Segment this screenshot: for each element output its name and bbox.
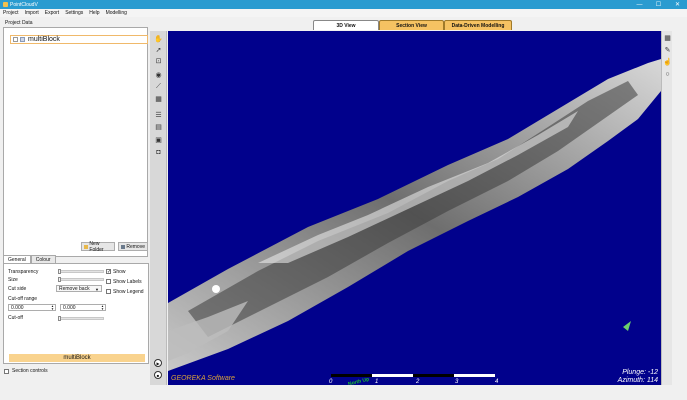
georeka-logo: GEOREKA Software	[171, 375, 235, 382]
view-toolbar: ✋ ➚ ⊡ ◉ ⟋ ▦ ☰ ▤ ▣ ◘ ▶ ■	[150, 31, 167, 385]
range-max-value: 0.000	[63, 304, 76, 311]
tab-section-view[interactable]: Section View	[379, 20, 444, 30]
tab-3d-view[interactable]: 3D View	[313, 20, 379, 30]
remove-button[interactable]: Remove	[118, 242, 148, 251]
cut-off-label: Cut-off	[8, 315, 23, 321]
lock-icon[interactable]: ⊡	[154, 57, 163, 65]
show-checkbox[interactable]: ✓	[106, 269, 111, 275]
section-controls-checkbox[interactable]	[4, 368, 9, 374]
cut-side-value: Remove back	[59, 285, 90, 292]
menu-help[interactable]: Help	[88, 10, 100, 16]
menu-bar: Project Import Export Settings Help Mode…	[0, 9, 687, 17]
folder-icon	[20, 37, 25, 42]
size-label: Size	[8, 277, 18, 283]
menu-settings[interactable]: Settings	[64, 10, 84, 16]
scale-label-2: 2	[416, 379, 420, 385]
axis-gizmo	[623, 321, 631, 331]
transparency-slider[interactable]	[58, 269, 104, 274]
cut-side-label: Cut side	[8, 286, 27, 292]
section-controls-label: Section controls	[12, 368, 48, 374]
line-tool-icon[interactable]: ⟋	[154, 83, 163, 91]
range-min-spinbox[interactable]: 0.000 ▲ ▼	[8, 304, 56, 311]
remove-label: Remove	[126, 243, 145, 250]
transparency-slider-thumb[interactable]	[58, 269, 61, 274]
range-min-value: 0.000	[11, 304, 24, 311]
scale-label-4: 4	[495, 379, 499, 385]
scale-bar	[331, 374, 495, 377]
title-bar: PointCloudV — ☐ ✕	[0, 0, 687, 9]
show-legend-checkbox[interactable]	[106, 289, 111, 294]
scale-segment	[372, 374, 413, 377]
play-button[interactable]: ▶	[154, 359, 162, 367]
point-cloud-highlight	[212, 285, 220, 293]
show-legend-label: Show Legend	[113, 289, 144, 295]
cube-icon[interactable]: ◘	[154, 148, 163, 156]
show-labels-checkbox[interactable]	[106, 279, 111, 284]
right-toolbar: ▦ ✎ ☝ ○	[661, 31, 672, 385]
transparency-label: Transparency	[8, 269, 39, 275]
plunge-readout: Plunge: -12	[622, 369, 658, 376]
show-label: Show	[113, 269, 126, 275]
section-icon[interactable]: ☰	[154, 111, 163, 119]
close-button[interactable]: ✕	[668, 0, 687, 9]
scale-label-3: 3	[455, 379, 459, 385]
tree-item-label: multiBlock	[28, 36, 60, 43]
menu-export[interactable]: Export	[44, 10, 60, 16]
size-slider-thumb[interactable]	[58, 277, 61, 282]
tree-item-multiblock[interactable]: multiBlock	[10, 35, 148, 44]
menu-import[interactable]: Import	[24, 10, 40, 16]
scale-label-0: 0	[329, 379, 333, 385]
new-folder-button[interactable]: New Folder	[81, 240, 115, 253]
stop-button[interactable]: ■	[154, 371, 162, 379]
selected-object-name: multiBlock	[9, 354, 145, 362]
cut-off-slider-thumb[interactable]	[58, 316, 61, 321]
view-tabs: 3D View Section View Data-Driven Modelli…	[313, 20, 512, 30]
new-folder-label: New Folder	[89, 240, 104, 253]
project-data-title: Project Data	[5, 20, 33, 26]
size-slider[interactable]	[58, 277, 104, 282]
cut-side-select[interactable]: Remove back ▼	[56, 285, 102, 292]
spin-arrows-icon[interactable]: ▲ ▼	[51, 305, 54, 311]
window-title: PointCloudV	[10, 1, 38, 8]
spin-arrows-icon[interactable]: ▲ ▼	[101, 305, 104, 311]
range-max-spinbox[interactable]: 0.000 ▲ ▼	[60, 304, 106, 311]
folder-add-icon	[84, 244, 89, 249]
section-controls[interactable]: Section controls	[4, 368, 48, 374]
table-icon[interactable]: ▦	[154, 95, 163, 103]
cut-off-slider[interactable]	[58, 316, 104, 321]
tab-data-driven-modelling[interactable]: Data-Driven Modelling	[444, 20, 512, 30]
show-labels-label: Show Labels	[113, 279, 142, 285]
minimize-button[interactable]: —	[630, 0, 649, 9]
edit-icon[interactable]: ▦	[663, 34, 672, 42]
project-tree[interactable]: multiBlock	[3, 27, 148, 257]
menu-modelling[interactable]: Modelling	[105, 10, 128, 16]
3d-viewport[interactable]: GEOREKA Software Plunge: -12 Azimuth: 11…	[168, 31, 661, 385]
cut-off-range-label: Cut-off range	[8, 296, 38, 302]
remove-icon	[121, 244, 126, 249]
pointer-icon[interactable]: ☝	[663, 58, 672, 66]
chevron-down-icon: ▼	[95, 287, 99, 292]
azimuth-readout: Azimuth: 114	[617, 377, 658, 384]
save-icon[interactable]: ▣	[154, 136, 163, 144]
app-icon	[3, 2, 8, 7]
eye-icon[interactable]: ◉	[154, 71, 163, 79]
select-arrow-icon[interactable]: ➚	[154, 46, 163, 54]
hand-icon[interactable]: ✋	[154, 35, 163, 43]
settings-panel: Transparency ✓ Show Size Show Labels Cut…	[3, 263, 149, 364]
scale-label-1: 1	[375, 379, 379, 385]
menu-project[interactable]: Project	[2, 10, 20, 16]
maximize-button[interactable]: ☐	[649, 0, 668, 9]
circle-icon[interactable]: ○	[663, 70, 672, 78]
scale-segment	[413, 374, 454, 377]
scale-segment	[454, 374, 495, 377]
tree-checkbox[interactable]	[13, 37, 18, 42]
window-controls: — ☐ ✕	[630, 0, 687, 9]
pen-icon[interactable]: ✎	[663, 46, 672, 54]
layers-icon[interactable]: ▤	[154, 123, 163, 131]
point-cloud-render	[168, 59, 661, 371]
